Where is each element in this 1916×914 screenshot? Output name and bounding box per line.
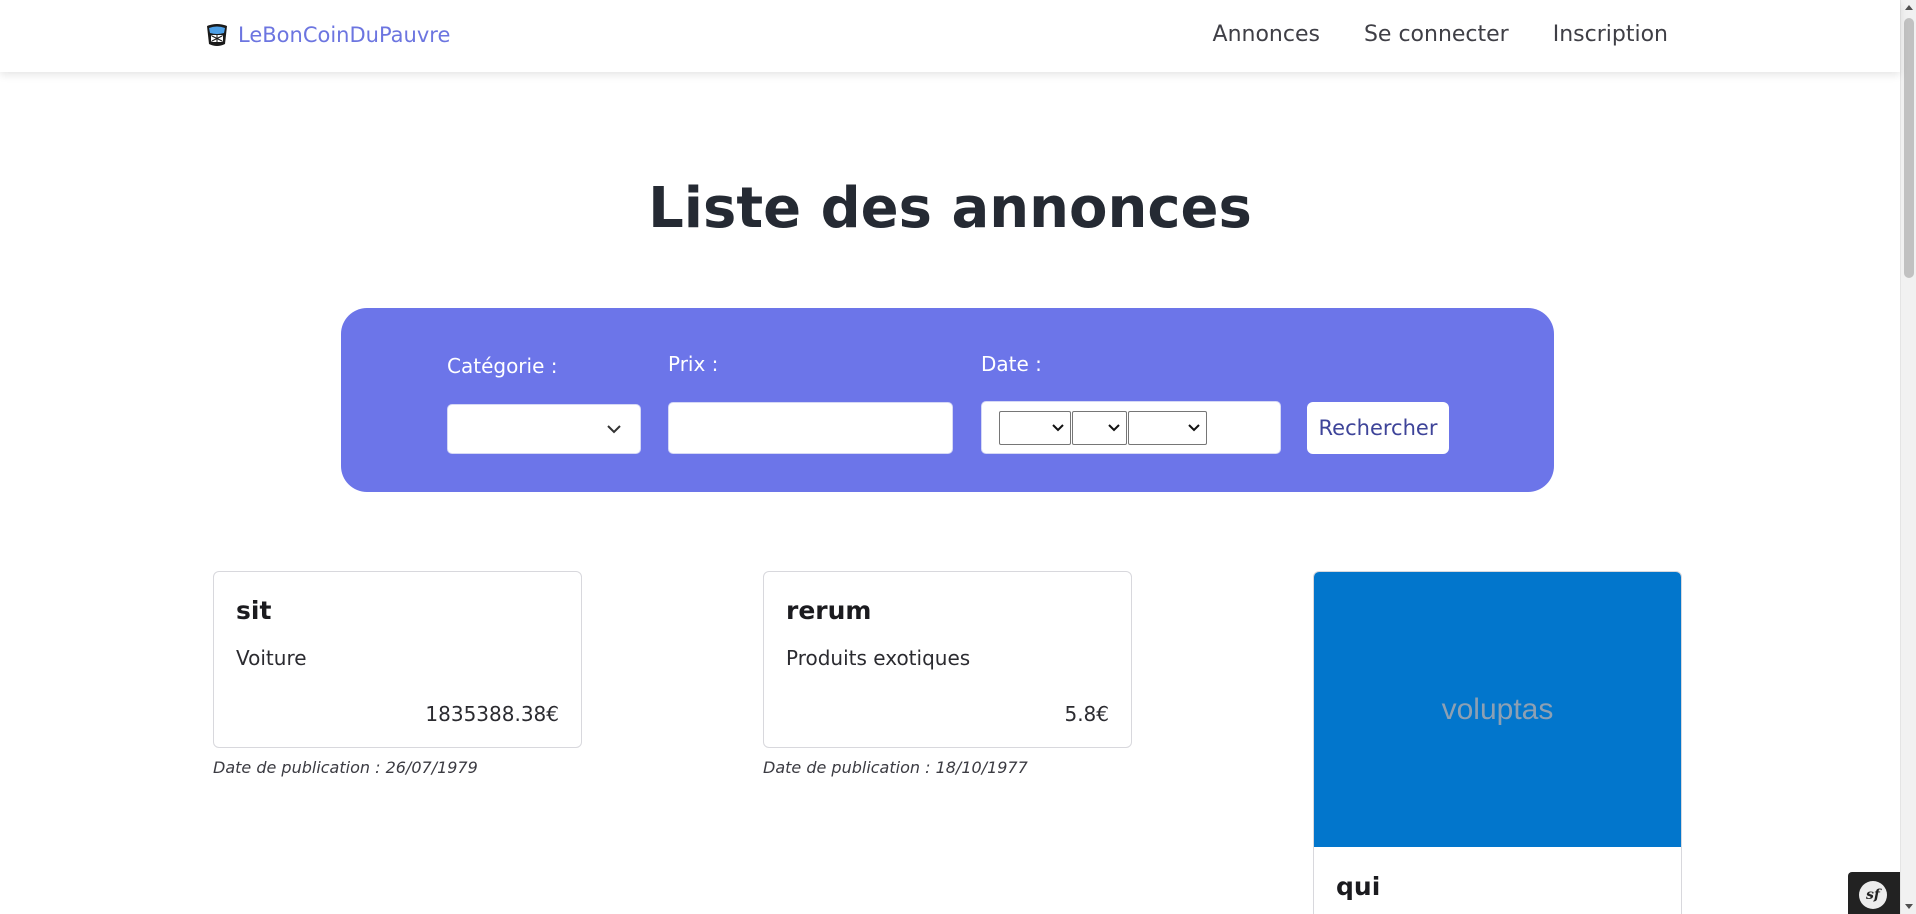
search-panel: Catégorie : Prix : Date : Rechercher: [341, 308, 1554, 492]
listing-image: voluptas: [1314, 572, 1681, 847]
basket-logo-icon: [207, 24, 227, 46]
date-label: Date :: [981, 352, 1042, 376]
search-button[interactable]: Rechercher: [1307, 402, 1449, 454]
listing-date: Date de publication : 18/10/1977: [763, 758, 1028, 777]
listing-title: qui: [1336, 872, 1381, 901]
price-label: Prix :: [668, 352, 719, 376]
date-day-select[interactable]: [999, 411, 1071, 445]
date-month-select[interactable]: [1072, 411, 1127, 445]
navbar: LeBonCoinDuPauvre Annonces Se connecter …: [0, 0, 1900, 72]
listing-card[interactable]: voluptas qui: [1313, 571, 1682, 914]
nav-link-register[interactable]: Inscription: [1553, 18, 1668, 52]
chevron-down-icon: [1052, 424, 1064, 432]
symfony-toolbar-toggle[interactable]: sf: [1848, 872, 1900, 914]
listing-price: 5.8€: [1064, 702, 1109, 726]
scroll-down-icon[interactable]: [1905, 904, 1913, 909]
brand-link[interactable]: LeBonCoinDuPauvre: [204, 20, 450, 50]
chevron-down-icon: [1108, 424, 1120, 432]
listing-title: sit: [236, 596, 272, 625]
listing-title: rerum: [786, 596, 872, 625]
page-scrollbar[interactable]: [1900, 0, 1916, 914]
chevron-down-icon: [607, 425, 621, 434]
symfony-icon: sf: [1859, 881, 1887, 909]
listing-image-text: voluptas: [1441, 692, 1554, 726]
date-year-select[interactable]: [1128, 411, 1207, 445]
nav-link-login[interactable]: Se connecter: [1364, 18, 1509, 52]
scroll-up-icon[interactable]: [1905, 5, 1913, 10]
nav-links: Annonces Se connecter Inscription: [1213, 18, 1668, 52]
category-label: Catégorie :: [447, 354, 558, 378]
chevron-down-icon: [1188, 424, 1200, 432]
price-input[interactable]: [668, 402, 953, 454]
listing-category: Voiture: [236, 646, 307, 670]
listing-price: 1835388.38€: [425, 702, 559, 726]
date-field: [981, 401, 1281, 454]
listing-card[interactable]: sit Voiture 1835388.38€: [213, 571, 582, 748]
listing-date: Date de publication : 26/07/1979: [213, 758, 478, 777]
page-title: Liste des annonces: [648, 176, 1252, 241]
listing-category: Produits exotiques: [786, 646, 971, 670]
page: LeBonCoinDuPauvre Annonces Se connecter …: [0, 0, 1916, 914]
listing-card[interactable]: rerum Produits exotiques 5.8€: [763, 571, 1132, 748]
brand-name: LeBonCoinDuPauvre: [238, 23, 451, 47]
scroll-thumb[interactable]: [1904, 18, 1914, 278]
nav-link-annonces[interactable]: Annonces: [1213, 18, 1320, 52]
category-select[interactable]: [447, 404, 641, 454]
